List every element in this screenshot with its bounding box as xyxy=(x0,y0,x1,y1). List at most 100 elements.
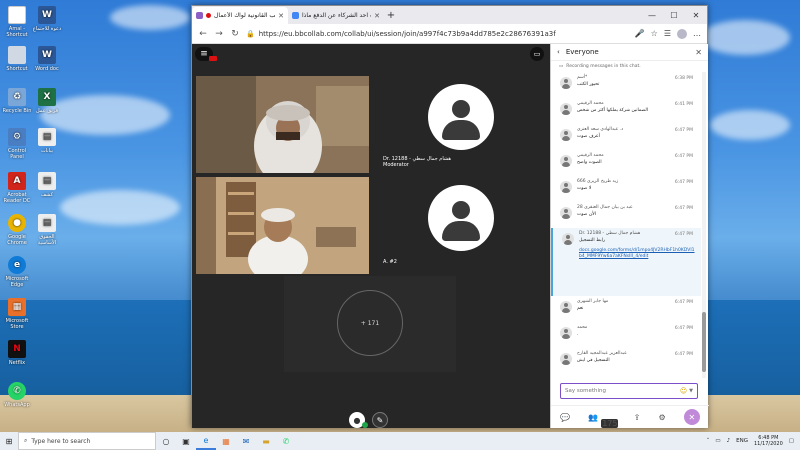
url-field[interactable]: 🔒 https://eu.bbcollab.com/collab/ui/sess… xyxy=(246,30,629,38)
new-tab-button[interactable]: + xyxy=(384,7,398,24)
netflix-icon: N xyxy=(8,340,26,358)
desktop-icon[interactable]: N Netflix xyxy=(2,340,32,366)
control-panel-icon: ⚙ xyxy=(8,128,26,146)
desktop-icon[interactable]: X فريق عمل xyxy=(32,88,62,114)
clock[interactable]: 6:48 PM 11/17/2020 xyxy=(754,435,783,447)
share-tab-icon[interactable]: ⇪ xyxy=(634,413,641,422)
emoji-icon[interactable]: ☺ xyxy=(680,387,687,395)
tab-close-icon[interactable]: ✕ xyxy=(374,12,380,20)
desktop-icon[interactable]: ♻ Recycle Bin xyxy=(2,88,32,114)
video-tile[interactable] xyxy=(196,177,369,274)
participant-avatar-icon xyxy=(428,185,494,251)
recording-note: ▭ Recording messages in this chat. xyxy=(559,63,641,69)
desktop-icon-label: Microsoft Store xyxy=(5,318,29,330)
user-avatar-icon xyxy=(560,103,572,115)
tab-collab-session[interactable]: الجوانب القانونية لواك الأعمال ✕ xyxy=(192,7,288,24)
collections-icon[interactable]: ☰ xyxy=(664,29,671,38)
video-tile[interactable] xyxy=(196,76,369,173)
whatsapp-taskbar-icon[interactable]: ✆ xyxy=(276,432,296,450)
desktop-icon[interactable]: ▦ Microsoft Store xyxy=(2,298,32,330)
chevron-down-icon[interactable]: ▼ xyxy=(689,388,693,394)
desktop-icon[interactable]: ● Google Chrome xyxy=(2,214,32,246)
edge-taskbar-icon[interactable]: e xyxy=(196,432,216,450)
cloud xyxy=(60,190,180,225)
refresh-icon[interactable]: ↻ xyxy=(230,29,240,39)
word-doc-icon: W xyxy=(38,46,56,64)
desktop-icon[interactable]: ▤ كشف xyxy=(32,172,62,198)
tab-label: الجوانب القانونية لواك الأعمال xyxy=(214,12,276,19)
forward-arrow-icon[interactable]: → xyxy=(214,29,224,39)
participant-label: A. #2 xyxy=(383,259,397,265)
desktop-icon-label: فريق عمل xyxy=(36,108,58,114)
chat-link[interactable]: docs.google.com/forms/d/1mpo4JV2RHbF1h0K… xyxy=(579,248,695,260)
settings-tab-icon[interactable]: ⚙ xyxy=(659,413,666,422)
more-options-icon[interactable]: … xyxy=(693,29,701,38)
tab-close-icon[interactable]: ✕ xyxy=(278,12,284,20)
desktop-icon-label: Microsoft Edge xyxy=(5,276,29,288)
cloud xyxy=(700,20,790,55)
close-chat-icon[interactable]: ✕ xyxy=(695,48,702,57)
favorite-star-icon[interactable]: ☆ xyxy=(651,29,658,38)
share-content-icon[interactable]: ▭ xyxy=(530,47,544,61)
status-dot-icon xyxy=(362,422,368,428)
user-avatar-icon xyxy=(562,233,574,245)
chat-message: زيد طريخ الزيري 666 6:47 PM لا صوت xyxy=(551,176,701,202)
desktop-icon[interactable]: Shortcut xyxy=(2,46,32,72)
network-icon[interactable]: ▭ xyxy=(715,438,720,444)
video-tile[interactable]: A. #2 xyxy=(374,177,547,274)
browser-window: الجوانب القانونية لواك الأعمال ✕ لو تخلف… xyxy=(191,5,709,428)
mail-taskbar-icon[interactable]: ✉ xyxy=(236,432,256,450)
chat-input-placeholder: Say something xyxy=(565,388,606,394)
video-stage: ≡ ▭ Dr. 12188 - هشام جمال سطي Moderator … xyxy=(192,44,550,428)
chat-tab-icon[interactable]: 💬 xyxy=(560,413,570,422)
windows-start-icon[interactable]: ⊞ xyxy=(0,432,18,450)
volume-icon[interactable]: ♪ xyxy=(727,438,731,444)
video-tile[interactable]: Dr. 12188 - هشام جمال سطي Moderator xyxy=(374,76,547,173)
profile-avatar[interactable] xyxy=(677,28,687,39)
address-bar: ← → ↻ 🔒 https://eu.bbcollab.com/collab/u… xyxy=(192,24,707,44)
desktop-icon-label: الحقوق الأساسية xyxy=(37,234,57,246)
tab-label: لو تخلف احد الشركاء عن الدفع ماذا... xyxy=(302,12,371,19)
url-text: https://eu.bbcollab.com/collab/ui/sessio… xyxy=(258,29,556,38)
tab-google-search[interactable]: لو تخلف احد الشركاء عن الدفع ماذا... ✕ xyxy=(288,7,384,24)
tray-chevron-icon[interactable]: ˄ xyxy=(707,438,710,444)
document-icon: ▤ xyxy=(38,128,56,146)
desktop-icon[interactable]: ▤ الحقوق الأساسية xyxy=(32,214,62,246)
more-participants-tile[interactable]: + 171 xyxy=(284,276,456,372)
task-view-icon[interactable]: ▣ xyxy=(176,432,196,450)
chat-message: أسم* 6:38 PM تحيور الكتب xyxy=(551,72,701,98)
desktop-icon[interactable]: ⚙ Control Panel xyxy=(2,128,32,160)
cortana-icon[interactable]: ○ xyxy=(156,432,176,450)
desktop-icon[interactable]: W Word doc xyxy=(32,46,62,72)
cloud xyxy=(110,5,190,30)
participants-tab-icon[interactable]: 👥175 xyxy=(588,413,619,428)
store-taskbar-icon[interactable]: ▦ xyxy=(216,432,236,450)
maximize-button[interactable]: ☐ xyxy=(663,6,685,24)
chat-header: ‹ Everyone ✕ xyxy=(551,44,708,61)
desktop-icon-label: Netflix xyxy=(8,360,26,366)
desktop-icon[interactable]: e Microsoft Edge xyxy=(2,256,32,288)
notifications-icon[interactable]: ▢ xyxy=(789,438,794,444)
desktop-icon[interactable]: A Acrobat Reader DC xyxy=(2,172,32,204)
back-arrow-icon[interactable]: ← xyxy=(198,29,208,39)
desktop-icon-label: كشف xyxy=(40,192,54,198)
desktop-icon[interactable]: ▤ بيانات xyxy=(32,128,62,154)
desktop-icon[interactable]: ✆ WhatsApp xyxy=(2,382,32,408)
close-window-button[interactable]: ✕ xyxy=(685,6,707,24)
microphone-icon[interactable]: 🎤 xyxy=(635,29,645,38)
taskbar-search[interactable]: ⌕ Type here to search xyxy=(18,432,156,450)
chat-scrollbar[interactable] xyxy=(702,72,706,378)
desktop-icon[interactable]: Amal - Shortcut xyxy=(2,6,32,38)
desktop-icon[interactable]: W دعوة للاجتماع xyxy=(32,6,62,32)
folder-taskbar-icon[interactable]: ▬ xyxy=(256,432,276,450)
chat-input[interactable]: Say something ☺ ▼ xyxy=(560,383,698,399)
word-doc-icon: W xyxy=(38,6,56,24)
back-chevron-icon[interactable]: ‹ xyxy=(557,48,560,56)
language-indicator[interactable]: ENG xyxy=(736,438,748,444)
close-panel-button[interactable]: ✕ xyxy=(683,409,700,425)
minimize-button[interactable]: — xyxy=(641,6,663,24)
window-controls: — ☐ ✕ xyxy=(641,6,707,24)
chat-message-list[interactable]: أسم* 6:38 PM تحيور الكتب محمد الرقيمي 6:… xyxy=(551,72,701,378)
microphone-off-icon[interactable]: ✎ xyxy=(372,412,388,428)
cloud xyxy=(710,110,790,140)
